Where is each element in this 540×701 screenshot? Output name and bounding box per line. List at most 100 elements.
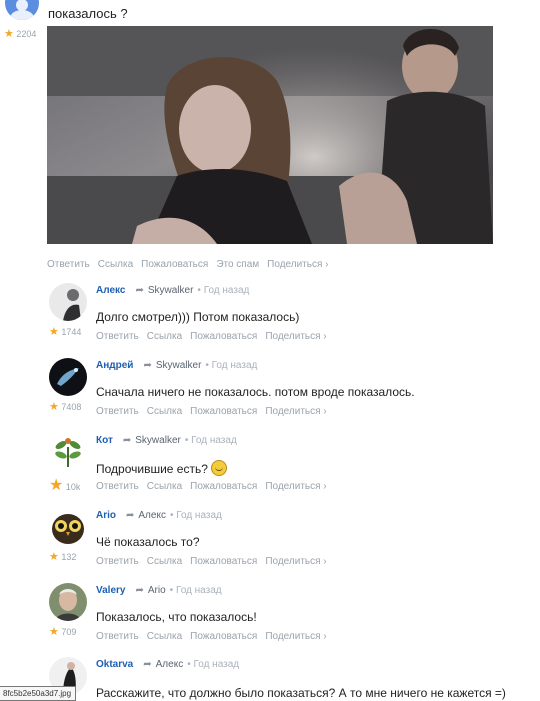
timestamp[interactable]: • Год назад	[185, 435, 237, 446]
share-link[interactable]: Поделиться ›	[265, 331, 326, 342]
report-link[interactable]: Пожаловаться	[141, 259, 208, 270]
reply-target-link[interactable]: Ario	[148, 585, 166, 596]
author-rating: ★ 1744	[49, 326, 82, 338]
avatar[interactable]	[49, 583, 87, 621]
avatar[interactable]	[49, 358, 87, 396]
report-link[interactable]: Пожаловаться	[190, 556, 257, 567]
permalink-link[interactable]: Ссылка	[98, 259, 133, 270]
timestamp[interactable]: • Год назад	[187, 659, 239, 670]
timestamp[interactable]: • Год назад	[170, 585, 222, 596]
star-icon: ★	[4, 28, 14, 40]
reply-target-link[interactable]: Алекс	[156, 659, 184, 670]
avatar[interactable]	[49, 283, 87, 321]
author-link[interactable]: Андрей	[96, 360, 133, 371]
reply-link[interactable]: Ответить	[96, 406, 139, 417]
avatar-flower-icon	[49, 433, 87, 471]
comment-actions: Ответить Ссылка Пожаловаться Поделиться ›	[96, 406, 335, 417]
comment-text: Расскажите, что должно было показаться? …	[96, 686, 506, 700]
report-link[interactable]: Пожаловаться	[190, 481, 257, 492]
report-link[interactable]: Пожаловаться	[190, 331, 257, 342]
comment-header: Ario ➦ Алекс • Год назад	[96, 510, 222, 521]
reply-target-link[interactable]: Skywalker	[156, 360, 202, 371]
comment-actions: Ответить Ссылка Пожаловаться Поделиться ›	[96, 481, 335, 492]
comment-text: Показалось, что показалось!	[96, 610, 257, 624]
star-icon: ★	[49, 401, 59, 413]
author-rating: ★ 10k	[49, 477, 81, 494]
avatar[interactable]	[49, 433, 87, 471]
reply-arrow-icon: ➦	[143, 360, 152, 371]
permalink-link[interactable]: Ссылка	[147, 631, 182, 642]
timestamp[interactable]: • Год назад	[170, 510, 222, 521]
comment-text: Сначала ничего не показалось. потом врод…	[96, 385, 415, 399]
permalink-link[interactable]: Ссылка	[147, 481, 182, 492]
star-icon: ★	[49, 477, 64, 494]
reply-target-link[interactable]: Skywalker	[148, 285, 194, 296]
comment-header: Алекс ➦ Skywalker • Год назад	[96, 285, 249, 296]
post-image-graphic	[47, 26, 493, 244]
smiley-icon	[210, 460, 227, 476]
author-rating: ★ 7408	[49, 401, 82, 413]
report-link[interactable]: Пожаловаться	[190, 406, 257, 417]
reply-link[interactable]: Ответить	[96, 631, 139, 642]
author-link[interactable]: Oktarva	[96, 659, 133, 670]
share-link[interactable]: Поделиться ›	[265, 481, 326, 492]
reply-link[interactable]: Ответить	[96, 331, 139, 342]
spam-link[interactable]: Это спам	[216, 259, 259, 270]
author-link[interactable]: Алекс	[96, 285, 125, 296]
filename-tooltip: 8fc5b2e50a3d7.jpg	[0, 686, 77, 701]
reply-arrow-icon: ➦	[122, 435, 132, 446]
post-image[interactable]	[47, 26, 493, 244]
comment-header: Oktarva ➦ Алекс • Год назад	[96, 659, 239, 670]
report-link[interactable]: Пожаловаться	[190, 631, 257, 642]
author-rating: ★ 709	[49, 626, 77, 638]
post-author-rating: ★ 2204	[4, 28, 37, 40]
avatar-photo-icon	[49, 583, 87, 621]
permalink-link[interactable]: Ссылка	[147, 556, 182, 567]
reply-link[interactable]: Ответить	[96, 556, 139, 567]
reply-arrow-icon: ➦	[126, 510, 135, 521]
reply-link[interactable]: Ответить	[96, 481, 139, 492]
reply-target-link[interactable]: Алекс	[138, 510, 166, 521]
permalink-link[interactable]: Ссылка	[147, 331, 182, 342]
comment-header: Valery ➦ Ario • Год назад	[96, 585, 222, 596]
comment-text: Подрочившие есть?	[96, 460, 227, 476]
star-icon: ★	[49, 551, 59, 563]
comment: ★ 7408 Андрей ➦ Skywalker • Год назад Снача…	[0, 358, 540, 433]
comment: ★ 1744 Алекс ➦ Skywalker • Год назад Долго …	[0, 283, 540, 358]
avatar[interactable]	[49, 508, 87, 546]
author-link[interactable]: Valery	[96, 585, 125, 596]
star-icon: ★	[49, 626, 59, 638]
share-link[interactable]: Поделиться ›	[265, 556, 326, 567]
timestamp[interactable]: • Год назад	[205, 360, 257, 371]
avatar-owl-icon	[49, 508, 87, 546]
author-link[interactable]: Кот	[96, 435, 113, 446]
comment-actions: Ответить Ссылка Пожаловаться Поделиться ›	[96, 331, 335, 342]
share-link[interactable]: Поделиться ›	[267, 259, 328, 270]
comment-text-content: Подрочившие есть?	[96, 462, 208, 476]
post-actions: Ответить Ссылка Пожаловаться Это спам Подели…	[47, 259, 337, 270]
avatar-photo-icon	[49, 358, 87, 396]
share-link[interactable]: Поделиться ›	[265, 631, 326, 642]
star-icon: ★	[49, 326, 59, 338]
comment-header: Кот ➦ Skywalker • Год назад	[96, 435, 237, 446]
reply-target-link[interactable]: Skywalker	[135, 435, 181, 446]
comment: Oktarva ➦ Алекс • Год назад Расскажите, что…	[0, 657, 540, 700]
reply-arrow-icon: ➦	[135, 585, 144, 596]
comment-text: Чё показалось то?	[96, 535, 200, 549]
reply-arrow-icon: ➦	[143, 659, 152, 670]
comment: ★ 709 Valery ➦ Ario • Год назад Показалось,…	[0, 583, 540, 658]
comment: ★ 10k Кот ➦ Skywalker • Год назад Подрочивш…	[0, 433, 540, 508]
comment-actions: Ответить Ссылка Пожаловаться Поделиться ›	[96, 631, 335, 642]
author-rating: ★ 132	[49, 551, 77, 563]
post-author-avatar[interactable]	[5, 0, 39, 20]
comment-header: Андрей ➦ Skywalker • Год назад	[96, 360, 257, 371]
comment-actions: Ответить Ссылка Пожаловаться Поделиться ›	[96, 556, 335, 567]
reply-link[interactable]: Ответить	[47, 259, 90, 270]
user-shoulders-icon	[10, 10, 34, 20]
reply-arrow-icon: ➦	[135, 285, 144, 296]
permalink-link[interactable]: Ссылка	[147, 406, 182, 417]
author-link[interactable]: Ario	[96, 510, 116, 521]
share-link[interactable]: Поделиться ›	[265, 406, 326, 417]
timestamp[interactable]: • Год назад	[197, 285, 249, 296]
avatar-photo-icon	[49, 283, 87, 321]
